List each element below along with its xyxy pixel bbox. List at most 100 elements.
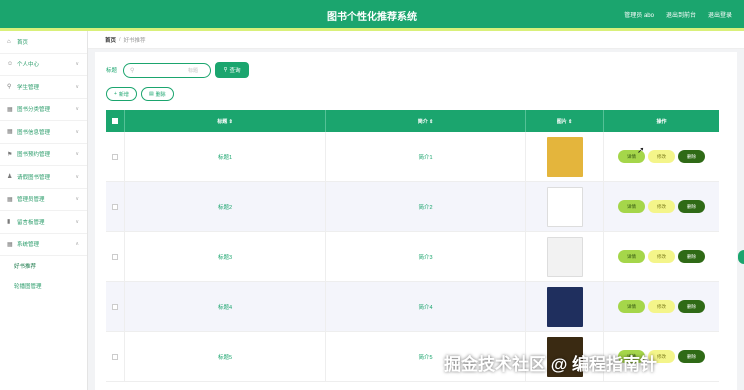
table-header: 标题 ⇕ 简介 ⇕ 图片 ⇕ 操作 — [106, 110, 719, 132]
edit-button[interactable]: 修改 — [648, 250, 675, 263]
select-all-checkbox[interactable] — [112, 118, 118, 124]
header-title[interactable]: 标题 ⇕ — [125, 110, 326, 132]
search-button-label: 查询 — [229, 68, 241, 74]
sidebar-item-messages[interactable]: ▮ 留言板管理 ∨ — [0, 211, 87, 234]
header-image[interactable]: 图片 ⇕ — [526, 110, 604, 132]
data-table: 标题 ⇕ 简介 ⇕ 图片 ⇕ 操作 标题1 简介1 详情 修改 删除 标题2 简… — [106, 110, 719, 382]
select-all-cell — [106, 110, 125, 132]
watermark: 掘金技术社区 @ 编程指南针 — [444, 355, 658, 374]
book-cover-image — [546, 286, 583, 327]
sidebar-item-book-info[interactable]: ▦ 图书信息管理 ∨ — [0, 121, 87, 144]
top-links: 管理员 abo 退出到前台 退出登录 — [624, 10, 732, 19]
row-intro: 简介2 — [326, 182, 526, 231]
delete-button-label: 删除 — [155, 91, 166, 98]
chevron-down-icon: ∨ — [75, 106, 79, 113]
table-row: 标题2 简介2 详情 修改 删除 — [106, 182, 719, 232]
home-icon: ⌂ — [7, 38, 11, 45]
row-checkbox[interactable] — [112, 353, 118, 360]
trash-icon: ▤ — [148, 91, 154, 97]
sidebar-item-system[interactable]: ▦ 系统管理 ∧ — [0, 234, 87, 256]
edit-button[interactable]: 修改 — [648, 300, 675, 313]
detail-button[interactable]: 详情 — [618, 250, 645, 263]
row-intro: 简介3 — [326, 232, 526, 281]
sidebar-item-label: 首页 — [17, 39, 29, 46]
add-button[interactable]: + 新增 — [106, 87, 137, 101]
grid-icon: ▦ — [7, 129, 13, 136]
detail-button[interactable]: 详情 — [618, 300, 645, 313]
table-row: 标题3 简介3 详情 修改 删除 — [106, 232, 719, 282]
book-cover-image — [546, 136, 583, 177]
sidebar-item-book-reservation[interactable]: ⚑ 图书预约管理 ∨ — [0, 144, 87, 166]
header-intro[interactable]: 简介 ⇕ — [326, 110, 526, 132]
row-delete-button[interactable]: 删除 — [678, 350, 705, 363]
flag-icon: ⚑ — [7, 151, 13, 158]
row-check-cell — [106, 332, 125, 381]
row-title: 标题5 — [125, 332, 326, 381]
chevron-down-icon: ∨ — [75, 151, 79, 158]
row-check-cell — [106, 182, 125, 231]
search-placeholder: 标题 — [188, 67, 199, 74]
row-title: 标题3 — [125, 232, 326, 281]
row-check-cell — [106, 132, 125, 181]
grid-icon: ▦ — [7, 106, 13, 113]
grid-icon: ▦ — [7, 196, 13, 203]
sidebar-item-book-category[interactable]: ▦ 图书分类管理 ∨ — [0, 99, 87, 121]
row-check-cell — [106, 282, 125, 331]
row-actions: 详情 修改 删除 — [604, 182, 719, 231]
sidebar-subitem-recommend[interactable]: 好书推荐 — [0, 256, 87, 276]
search-label: 标题 — [106, 68, 118, 74]
chevron-down-icon: ∨ — [75, 83, 79, 90]
sidebar-item-home[interactable]: ⌂ 首页 — [0, 31, 87, 54]
chart-icon: ▮ — [7, 219, 11, 226]
scroll-to-top-handle[interactable] — [738, 250, 744, 264]
chevron-up-icon: ∧ — [75, 241, 79, 248]
search-input[interactable]: ⚲ 标题 — [123, 62, 212, 78]
book-cover-image — [546, 186, 583, 227]
row-check-cell — [106, 232, 125, 281]
search-button[interactable]: ⚲ 查询 — [215, 62, 250, 78]
back-to-front-link[interactable]: 退出到前台 — [666, 10, 696, 19]
row-intro: 简介1 — [326, 132, 526, 181]
sidebar-item-label: 系统管理 — [17, 242, 40, 249]
row-checkbox[interactable] — [112, 303, 118, 310]
add-button-label: 新增 — [118, 91, 129, 98]
edit-button[interactable]: 修改 — [648, 200, 675, 213]
row-delete-button[interactable]: 删除 — [678, 200, 705, 213]
detail-button[interactable]: 详情 — [618, 200, 645, 213]
sidebar-item-profile[interactable]: ☺ 个人中心 ∨ — [0, 54, 87, 76]
row-delete-button[interactable]: 删除 — [678, 300, 705, 313]
delete-button[interactable]: ▤ 删除 — [140, 87, 174, 101]
chevron-down-icon: ∨ — [75, 218, 79, 225]
sidebar-item-label: 图书预约管理 — [17, 152, 51, 159]
sidebar-item-label: 请假图书管理 — [17, 174, 51, 181]
row-checkbox[interactable] — [112, 153, 118, 160]
edit-button[interactable]: 修改 — [648, 150, 675, 163]
row-image-cell — [526, 232, 604, 281]
row-checkbox[interactable] — [112, 203, 118, 210]
breadcrumb-home[interactable]: 首页 — [105, 36, 116, 44]
chevron-down-icon: ∨ — [75, 61, 79, 68]
row-title: 标题1 — [125, 132, 326, 181]
row-image-cell — [526, 132, 604, 181]
row-image-cell — [526, 182, 604, 231]
sidebar-item-admins[interactable]: ▦ 管理员管理 ∨ — [0, 189, 87, 211]
sidebar-subitem-carousel[interactable]: 轮播图管理 — [0, 276, 87, 296]
sidebar-item-leave-books[interactable]: ♟ 请假图书管理 ∨ — [0, 166, 87, 189]
grid-icon: ▦ — [7, 241, 13, 248]
table-row: 标题4 简介4 详情 修改 删除 — [106, 282, 719, 332]
row-delete-button[interactable]: 删除 — [678, 150, 705, 163]
admin-user-link[interactable]: 管理员 abo — [624, 10, 654, 19]
logout-link[interactable]: 退出登录 — [708, 10, 732, 19]
sidebar: ⌂ 首页 ☺ 个人中心 ∨ ⚲ 学生管理 ∨ ▦ 图书分类管理 ∨ ▦ 图书信息… — [0, 31, 88, 390]
sidebar-item-students[interactable]: ⚲ 学生管理 ∨ — [0, 76, 87, 99]
mouse-cursor-icon: ➚ — [637, 145, 645, 155]
user-icon: ☺ — [7, 61, 14, 68]
row-checkbox[interactable] — [112, 253, 118, 260]
row-delete-button[interactable]: 删除 — [678, 250, 705, 263]
sidebar-item-label: 留言板管理 — [17, 219, 45, 226]
location-icon: ⚲ — [7, 84, 12, 91]
sidebar-item-label: 管理员管理 — [17, 197, 45, 204]
row-title: 标题4 — [125, 282, 326, 331]
breadcrumb: 首页 / 好书推荐 — [88, 31, 744, 49]
row-image-cell — [526, 282, 604, 331]
